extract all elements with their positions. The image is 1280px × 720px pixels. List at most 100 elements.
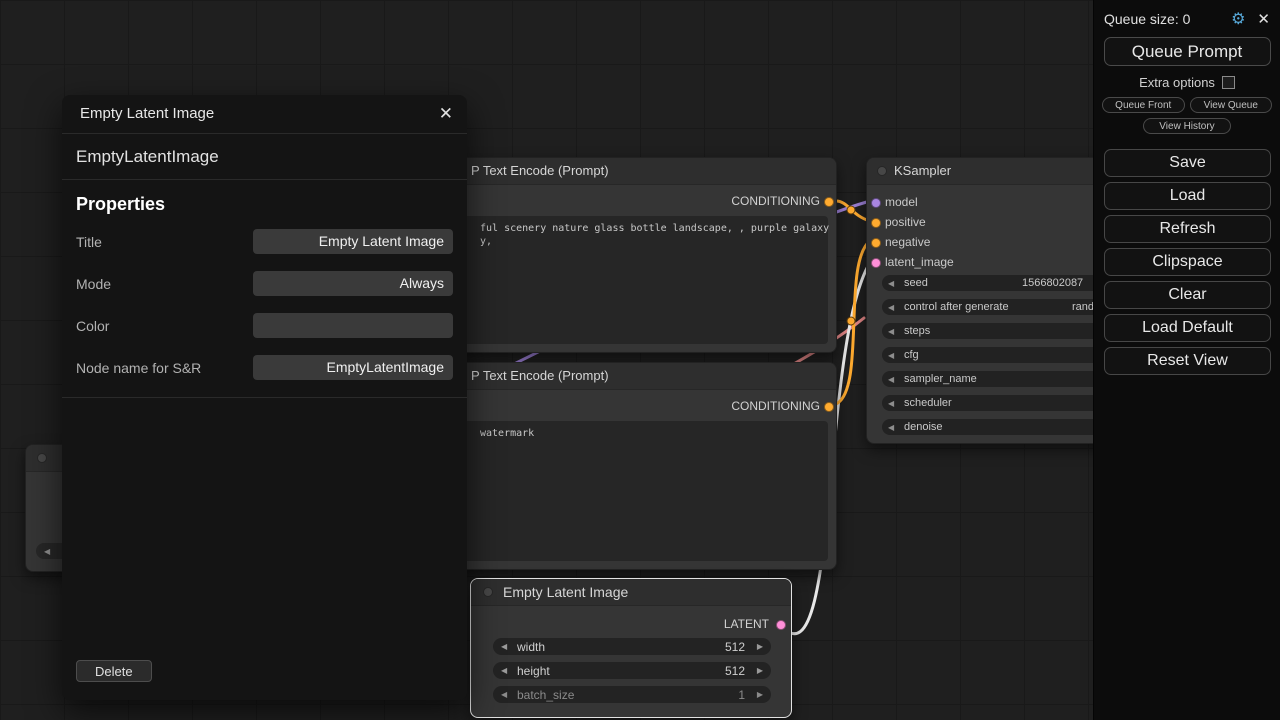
- seed-widget[interactable]: ◀ seed 1566802087: [882, 275, 1102, 291]
- node-title: P Text Encode (Prompt): [471, 158, 609, 184]
- empty-latent-image-node[interactable]: Empty Latent Image LATENT ◀ width 512 ▶ …: [470, 578, 792, 718]
- load-button[interactable]: Load: [1104, 182, 1271, 210]
- decrement-arrow-icon[interactable]: ◀: [888, 327, 894, 336]
- property-row-mode: Mode Always: [62, 271, 467, 296]
- positive-input-label: positive: [885, 215, 926, 229]
- steps-widget[interactable]: ◀ steps: [882, 323, 1102, 339]
- mode-select[interactable]: Always: [253, 271, 453, 296]
- widget-label: denoise: [904, 421, 943, 433]
- conditioning-output-label: CONDITIONING: [731, 399, 820, 413]
- decrement-arrow-icon[interactable]: ◀: [888, 423, 894, 432]
- property-row-title: Title Empty Latent Image: [62, 229, 467, 254]
- increment-arrow-icon[interactable]: ▶: [757, 642, 763, 651]
- view-history-button[interactable]: View History: [1143, 118, 1231, 134]
- comfy-menu-panel: Queue size: 0 ⚙ ✕ Queue Prompt Extra opt…: [1093, 0, 1280, 720]
- settings-gear-icon[interactable]: ⚙: [1231, 9, 1245, 29]
- queue-prompt-button[interactable]: Queue Prompt: [1104, 37, 1271, 66]
- color-input[interactable]: [253, 313, 453, 338]
- queue-buttons-row: Queue Front View Queue: [1102, 97, 1272, 113]
- menu-buttons: Save Load Refresh Clipspace Clear Load D…: [1104, 149, 1270, 375]
- decrement-arrow-icon[interactable]: ◀: [501, 642, 507, 651]
- scheduler-widget[interactable]: ◀ scheduler: [882, 395, 1102, 411]
- control-after-generate-widget[interactable]: ◀ control after generate rand: [882, 299, 1102, 315]
- widget-value: 512: [725, 664, 745, 678]
- node-titlebar[interactable]: KSampler: [867, 158, 1115, 185]
- model-input-label: model: [885, 195, 918, 209]
- reset-view-button[interactable]: Reset View: [1104, 347, 1271, 375]
- extra-options-row: Extra options: [1094, 75, 1280, 90]
- cfg-widget[interactable]: ◀ cfg: [882, 347, 1102, 363]
- denoise-widget[interactable]: ◀ denoise: [882, 419, 1102, 435]
- prompt-text: ful scenery nature glass bottle landscap…: [480, 223, 829, 234]
- widget-label: seed: [904, 277, 928, 289]
- decrement-arrow-icon[interactable]: ◀: [501, 690, 507, 699]
- widget-label: control after generate: [904, 301, 1009, 313]
- positive-input-dot[interactable]: [871, 218, 881, 228]
- sampler-name-widget[interactable]: ◀ sampler_name: [882, 371, 1102, 387]
- view-queue-button[interactable]: View Queue: [1190, 97, 1273, 113]
- save-button[interactable]: Save: [1104, 149, 1271, 177]
- decrement-arrow-icon[interactable]: ◀: [888, 399, 894, 408]
- increment-arrow-icon[interactable]: ▶: [757, 690, 763, 699]
- comfyui-app: P Text Encode (Prompt) CONDITIONING ful …: [0, 0, 1280, 720]
- property-label: Node name for S&R: [76, 360, 201, 376]
- refresh-button[interactable]: Refresh: [1104, 215, 1271, 243]
- decrement-arrow-icon[interactable]: ◀: [501, 666, 507, 675]
- negative-input-dot[interactable]: [871, 238, 881, 248]
- widget-value: 512: [725, 640, 745, 654]
- widget-label: batch_size: [517, 688, 574, 702]
- prompt-text: watermark: [480, 428, 534, 439]
- node-name-input[interactable]: EmptyLatentImage: [253, 355, 453, 380]
- collapse-dot[interactable]: [877, 166, 887, 176]
- load-default-button[interactable]: Load Default: [1104, 314, 1271, 342]
- property-label: Title: [76, 234, 102, 250]
- latent-output-row: LATENT: [471, 616, 791, 632]
- widget-label: steps: [904, 325, 930, 337]
- latent-input-dot[interactable]: [871, 258, 881, 268]
- extra-options-checkbox[interactable]: [1222, 76, 1235, 89]
- delete-button[interactable]: Delete: [76, 660, 152, 682]
- widget-value: 1566802087: [1022, 277, 1083, 289]
- menu-header-row: Queue size: 0 ⚙ ✕: [1094, 6, 1280, 32]
- clear-button[interactable]: Clear: [1104, 281, 1271, 309]
- title-input[interactable]: Empty Latent Image: [253, 229, 453, 254]
- node-title: KSampler: [894, 158, 951, 184]
- decrement-arrow-icon[interactable]: ◀: [888, 303, 894, 312]
- widget-label: height: [517, 664, 550, 678]
- collapse-dot[interactable]: [37, 453, 47, 463]
- close-icon[interactable]: ✕: [439, 95, 453, 133]
- batch-size-widget[interactable]: ◀ batch_size 1 ▶: [493, 686, 771, 703]
- decrement-arrow-icon[interactable]: ◀: [888, 375, 894, 384]
- node-titlebar[interactable]: Empty Latent Image: [471, 579, 791, 606]
- width-widget[interactable]: ◀ width 512 ▶: [493, 638, 771, 655]
- decrement-arrow-icon[interactable]: ◀: [888, 279, 894, 288]
- property-row-sandr: Node name for S&R EmptyLatentImage: [62, 355, 467, 380]
- ksampler-node[interactable]: KSampler model positive negative latent_…: [866, 157, 1116, 444]
- decrement-arrow-icon[interactable]: ◀: [44, 547, 50, 556]
- extra-options-label: Extra options: [1139, 75, 1215, 90]
- property-label: Color: [76, 318, 109, 334]
- collapse-dot[interactable]: [483, 587, 493, 597]
- node-properties-dialog: Empty Latent Image ✕ EmptyLatentImage Pr…: [62, 95, 467, 700]
- widget-label: scheduler: [904, 397, 952, 409]
- queue-front-button[interactable]: Queue Front: [1102, 97, 1185, 113]
- properties-heading: Properties: [76, 194, 467, 215]
- latent-input-label: latent_image: [885, 255, 954, 269]
- conditioning-output-dot[interactable]: [824, 402, 834, 412]
- model-input-dot[interactable]: [871, 198, 881, 208]
- decrement-arrow-icon[interactable]: ◀: [888, 351, 894, 360]
- widget-value: 1: [738, 688, 745, 702]
- widget-label: width: [517, 640, 545, 654]
- height-widget[interactable]: ◀ height 512 ▶: [493, 662, 771, 679]
- property-label: Mode: [76, 276, 111, 292]
- node-type-label: EmptyLatentImage: [62, 134, 467, 180]
- clipspace-button[interactable]: Clipspace: [1104, 248, 1271, 276]
- widget-label: cfg: [904, 349, 919, 361]
- link-midpoint-dot: [847, 206, 855, 214]
- conditioning-output-dot[interactable]: [824, 197, 834, 207]
- close-icon[interactable]: ✕: [1257, 10, 1270, 28]
- latent-output-dot[interactable]: [776, 620, 786, 630]
- node-title: Empty Latent Image: [503, 579, 628, 605]
- negative-input-label: negative: [885, 235, 930, 249]
- increment-arrow-icon[interactable]: ▶: [757, 666, 763, 675]
